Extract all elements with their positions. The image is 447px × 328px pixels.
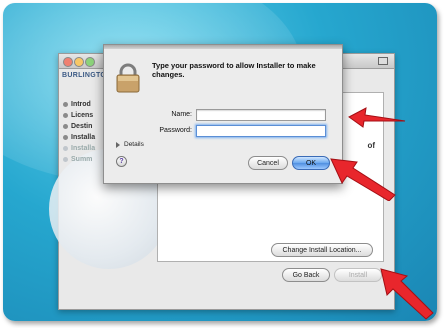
help-icon[interactable]: ? <box>116 156 127 167</box>
red-arrow-icon <box>348 107 406 128</box>
red-arrow-icon <box>380 268 434 320</box>
name-field[interactable] <box>196 109 326 121</box>
install-button[interactable]: Install <box>334 268 382 282</box>
step-label: Installa <box>71 145 96 152</box>
step-label: Licens <box>71 112 94 119</box>
password-dialog: Type your password to allow Installer to… <box>103 44 343 184</box>
disclosure-triangle-icon[interactable] <box>116 141 120 148</box>
zoom-light-icon[interactable] <box>85 57 95 67</box>
brand-logo-text: BURLINGTO <box>62 72 107 79</box>
change-install-location-button[interactable]: Change Install Location... <box>271 243 373 257</box>
step-bullet-icon <box>63 146 68 151</box>
step-bullet-icon <box>63 157 68 162</box>
red-arrow-icon <box>330 158 396 201</box>
password-field[interactable] <box>196 125 326 137</box>
step-label: Summ <box>71 156 93 163</box>
lock-icon <box>116 63 140 93</box>
details-disclosure[interactable]: Details <box>116 141 144 148</box>
password-prompt-text: Type your password to allow Installer to… <box>152 61 316 79</box>
minimize-light-icon[interactable] <box>74 57 84 67</box>
cancel-button[interactable]: Cancel <box>248 156 288 170</box>
password-label: Password: <box>159 127 192 134</box>
step-label: Introd <box>71 101 91 108</box>
step-bullet-icon <box>63 135 68 140</box>
go-back-button[interactable]: Go Back <box>282 268 330 282</box>
step-bullet-icon <box>63 113 68 118</box>
name-label: Name: <box>171 111 192 118</box>
step-label: Destin <box>71 123 93 130</box>
content-text-fragment: of <box>367 141 375 150</box>
details-label: Details <box>124 141 144 148</box>
step-label: Installa <box>71 134 96 141</box>
step-bullet-icon <box>63 102 68 107</box>
desktop-background: BURLINGTO Introd Licens Destin Installa … <box>3 3 437 321</box>
ok-button[interactable]: OK <box>292 156 330 170</box>
step-bullet-icon <box>63 124 68 129</box>
toolbar-toggle-icon[interactable] <box>378 57 388 65</box>
close-light-icon[interactable] <box>63 57 73 67</box>
dialog-top-edge <box>104 45 342 49</box>
